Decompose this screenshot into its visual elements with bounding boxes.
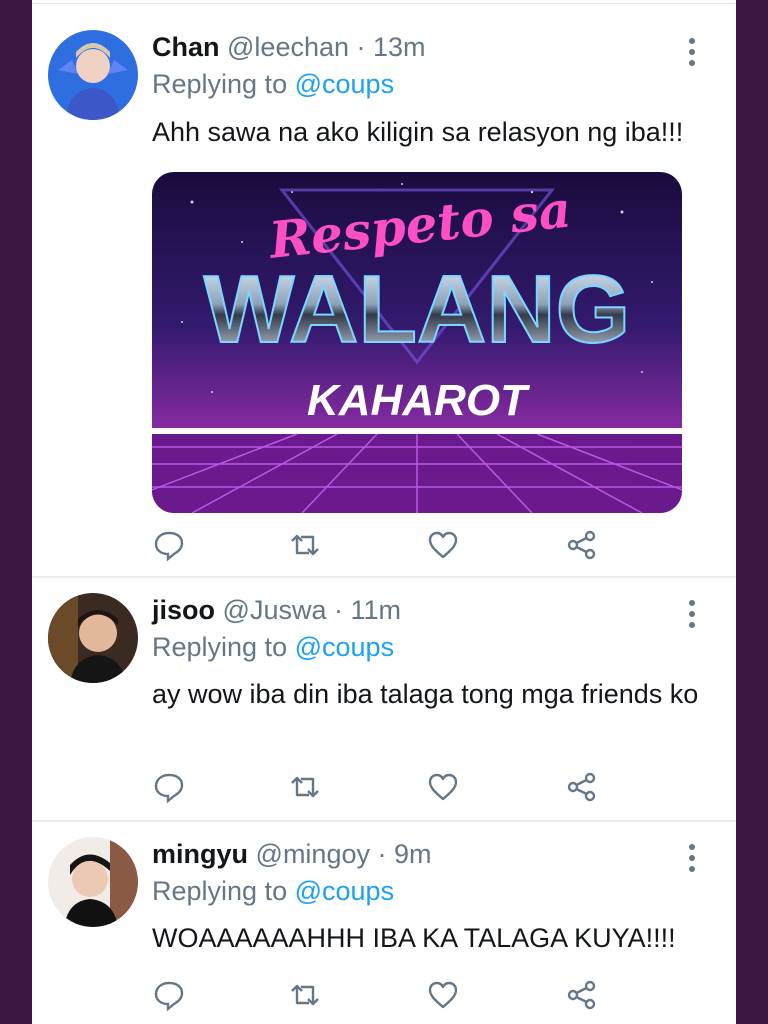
heart-icon[interactable] <box>426 770 460 804</box>
avatar-mingyu-image <box>48 837 138 927</box>
replying-mention[interactable]: @coups <box>295 632 394 662</box>
heart-icon[interactable] <box>426 528 460 562</box>
tweet-header: jisoo @Juswa · 11m <box>152 595 401 626</box>
replying-mention[interactable]: @coups <box>295 876 394 906</box>
tweet-actions <box>152 528 602 562</box>
display-name[interactable]: Chan <box>152 32 220 62</box>
right-frame <box>736 0 768 1024</box>
top-divider <box>32 0 736 4</box>
retweet-icon[interactable] <box>288 770 322 804</box>
display-name[interactable]: mingyu <box>152 839 248 869</box>
tweet-header: Chan @leechan · 13m <box>152 32 426 63</box>
replying-mention[interactable]: @coups <box>295 69 394 99</box>
media-subtitle-text: KAHAROT <box>307 376 530 425</box>
share-icon[interactable] <box>565 528 599 562</box>
replying-to-line: Replying to @coups <box>152 876 394 907</box>
heart-icon[interactable] <box>426 978 460 1012</box>
reply-icon[interactable] <box>152 770 186 804</box>
retweet-icon[interactable] <box>288 528 322 562</box>
more-vertical-icon[interactable] <box>686 844 698 872</box>
replying-prefix: Replying to <box>152 632 288 662</box>
replying-to-line: Replying to @coups <box>152 632 394 663</box>
user-handle[interactable]: @mingoy <box>256 839 370 869</box>
timestamp[interactable]: · 9m <box>378 839 432 869</box>
tweet-text: Ahh sawa na ako kiligin sa relasyon ng i… <box>152 117 684 147</box>
reply-timeline[interactable]: Chan @leechan · 13m Replying to @coups A… <box>32 0 736 1024</box>
share-icon[interactable] <box>565 978 599 1012</box>
reply-icon[interactable] <box>152 528 186 562</box>
tweet-actions <box>152 978 602 1012</box>
tweet-text: WOAAAAAAHHH IBA KA TALAGA KUYA!!!! <box>152 923 676 953</box>
avatar-chan[interactable] <box>48 30 138 120</box>
tweet-chan[interactable]: Chan @leechan · 13m Replying to @coups A… <box>32 6 736 578</box>
more-vertical-icon[interactable] <box>686 600 698 628</box>
avatar-jisoo[interactable] <box>48 593 138 683</box>
avatar-mingyu[interactable] <box>48 837 138 927</box>
replying-prefix: Replying to <box>152 69 288 99</box>
replying-prefix: Replying to <box>152 876 288 906</box>
left-frame <box>0 0 32 1024</box>
user-handle[interactable]: @leechan <box>227 32 349 62</box>
avatar-chan-image <box>48 30 138 120</box>
tweet-actions <box>152 770 602 804</box>
tweet-jisoo[interactable]: jisoo @Juswa · 11m Replying to @coups ay… <box>32 578 736 822</box>
tweet-text: ay wow iba din iba talaga tong mga frien… <box>152 679 699 709</box>
replying-to-line: Replying to @coups <box>152 69 394 100</box>
reply-icon[interactable] <box>152 978 186 1012</box>
share-icon[interactable] <box>565 770 599 804</box>
avatar-jisoo-image <box>48 593 138 683</box>
media-title-text: WALANG <box>204 256 631 363</box>
retro-banner-image: Respeto sa WALANG KAHAROT <box>152 172 682 513</box>
tweet-media-image[interactable]: Respeto sa WALANG KAHAROT <box>152 172 682 513</box>
timestamp[interactable]: · 13m <box>357 32 426 62</box>
more-vertical-icon[interactable] <box>686 38 698 66</box>
display-name[interactable]: jisoo <box>152 595 215 625</box>
tweet-header: mingyu @mingoy · 9m <box>152 839 432 870</box>
user-handle[interactable]: @Juswa <box>223 595 327 625</box>
tweet-mingyu[interactable]: mingyu @mingoy · 9m Replying to @coups W… <box>32 822 736 1024</box>
retweet-icon[interactable] <box>288 978 322 1012</box>
timestamp[interactable]: · 11m <box>334 595 401 625</box>
